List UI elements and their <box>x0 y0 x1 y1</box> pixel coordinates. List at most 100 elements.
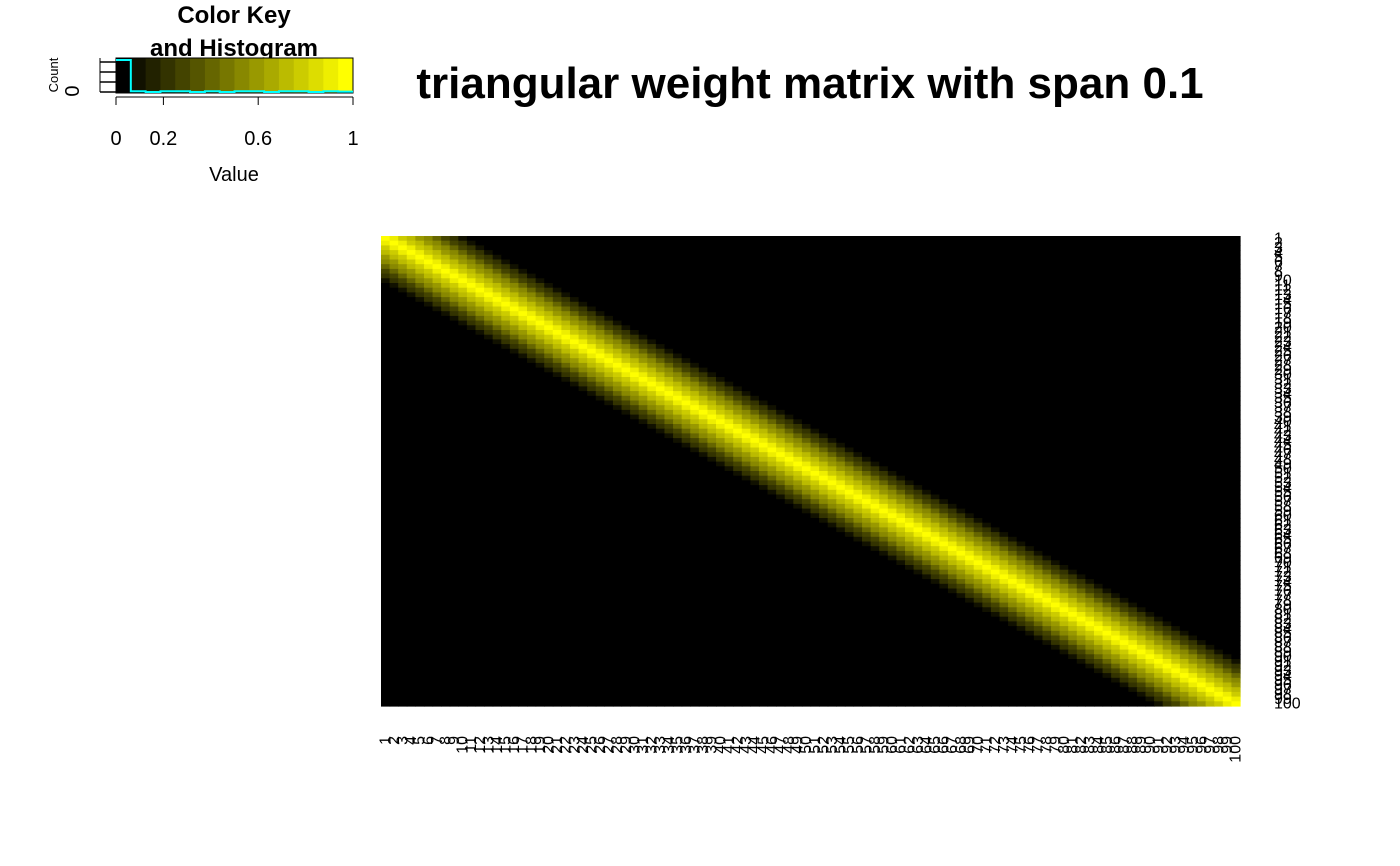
heatmap-cell <box>716 405 726 411</box>
heatmap-cell <box>381 268 391 275</box>
heatmap-cell <box>527 301 537 308</box>
heatmap-cell <box>793 311 803 317</box>
heatmap-cell <box>1059 400 1069 406</box>
heatmap-cell <box>1128 311 1138 317</box>
heatmap-cell <box>904 236 915 242</box>
heatmap-cell <box>389 259 399 265</box>
heatmap-cell <box>1154 438 1164 444</box>
heatmap-cell <box>810 447 820 453</box>
heatmap-cell <box>707 386 717 392</box>
heatmap-cell <box>793 381 803 387</box>
heatmap-cell <box>1042 381 1052 387</box>
heatmap-cell <box>406 409 416 416</box>
heatmap-cell <box>630 414 640 420</box>
heatmap-cell <box>1128 447 1138 453</box>
heatmap-cell <box>638 334 648 340</box>
heatmap-cell <box>1188 320 1198 326</box>
heatmap-cell <box>655 320 666 326</box>
heatmap-cell <box>1042 330 1052 336</box>
heatmap-cell <box>690 386 700 392</box>
heatmap-cell <box>1025 433 1035 439</box>
heatmap-cell <box>1033 377 1044 383</box>
heatmap-cell <box>569 461 580 467</box>
heatmap-cell <box>982 381 992 387</box>
heatmap-cell <box>741 442 751 449</box>
heatmap-cell <box>664 236 674 242</box>
heatmap-cell <box>1042 264 1052 270</box>
heatmap-cell <box>381 400 391 406</box>
heatmap-cell <box>1179 367 1190 373</box>
heatmap-cell <box>801 381 812 387</box>
heatmap-cell <box>870 320 880 326</box>
heatmap-cell <box>630 424 640 430</box>
heatmap-cell <box>827 358 837 364</box>
heatmap-cell <box>1119 400 1129 406</box>
heatmap-cell <box>578 306 588 312</box>
heatmap-cell <box>466 334 477 340</box>
heatmap-cell <box>819 377 829 383</box>
heatmap-cell <box>1016 372 1026 378</box>
heatmap-cell <box>638 339 648 345</box>
heatmap-cell <box>535 254 545 261</box>
heatmap-cell <box>707 377 717 383</box>
heatmap-cell <box>1214 325 1224 331</box>
heatmap-cell <box>965 301 975 308</box>
heatmap-cell <box>956 325 966 331</box>
heatmap-cell <box>638 306 648 312</box>
heatmap-cell <box>1085 386 1095 392</box>
heatmap-cell <box>381 264 391 270</box>
heatmap-cell <box>698 259 709 265</box>
heatmap-cell <box>930 334 940 340</box>
heatmap-cell <box>913 395 923 402</box>
heatmap-cell <box>621 353 631 359</box>
heatmap-cell <box>896 339 906 345</box>
heatmap-cell <box>801 250 812 256</box>
heatmap-cell <box>1171 339 1181 345</box>
heatmap-cell <box>466 405 477 411</box>
heatmap-cell <box>750 330 760 336</box>
heatmap-cell <box>1179 428 1190 434</box>
heatmap-cell <box>1068 381 1078 387</box>
heatmap-cell <box>690 254 700 261</box>
heatmap-cell <box>1136 236 1147 242</box>
heatmap-cell <box>664 372 674 378</box>
heatmap-cells <box>381 236 1241 707</box>
heatmap-cell <box>664 386 674 392</box>
heatmap-cell <box>621 362 631 369</box>
heatmap-cell <box>724 339 734 345</box>
heatmap-cell <box>862 283 872 289</box>
heatmap-cell <box>965 386 975 392</box>
heatmap-cell <box>1128 240 1138 246</box>
heatmap-cell <box>535 400 545 406</box>
heatmap-cell <box>690 367 700 373</box>
heatmap-cell <box>621 372 631 378</box>
heatmap-cell <box>1136 442 1147 449</box>
heatmap-cell <box>887 330 897 336</box>
heatmap-cell <box>1162 424 1172 430</box>
heatmap-cell <box>1033 438 1044 444</box>
heatmap-cell <box>698 377 709 383</box>
heatmap-cell <box>1059 353 1069 359</box>
heatmap-cell <box>887 306 897 312</box>
heatmap-cell <box>569 245 580 251</box>
heatmap-cell <box>1171 287 1181 293</box>
heatmap-cell <box>1214 358 1224 364</box>
heatmap-cell <box>587 325 597 331</box>
heatmap-cell <box>1008 245 1018 251</box>
heatmap-cell <box>638 428 648 434</box>
heatmap-cell <box>1102 301 1112 308</box>
heatmap-cell <box>1179 240 1190 246</box>
heatmap-cell <box>673 391 683 397</box>
heatmap-cell <box>716 386 726 392</box>
heatmap-cell <box>475 325 485 331</box>
heatmap-cell <box>716 315 726 322</box>
heatmap-cell <box>569 320 580 326</box>
heatmap-cell <box>389 320 399 326</box>
heatmap-cell <box>1033 456 1044 463</box>
heatmap-cell <box>724 428 734 434</box>
heatmap-cell <box>896 278 906 284</box>
heatmap-cell <box>415 311 425 317</box>
heatmap-cell <box>1205 424 1215 430</box>
heatmap-cell <box>595 362 605 369</box>
heatmap-cell <box>1171 405 1181 411</box>
